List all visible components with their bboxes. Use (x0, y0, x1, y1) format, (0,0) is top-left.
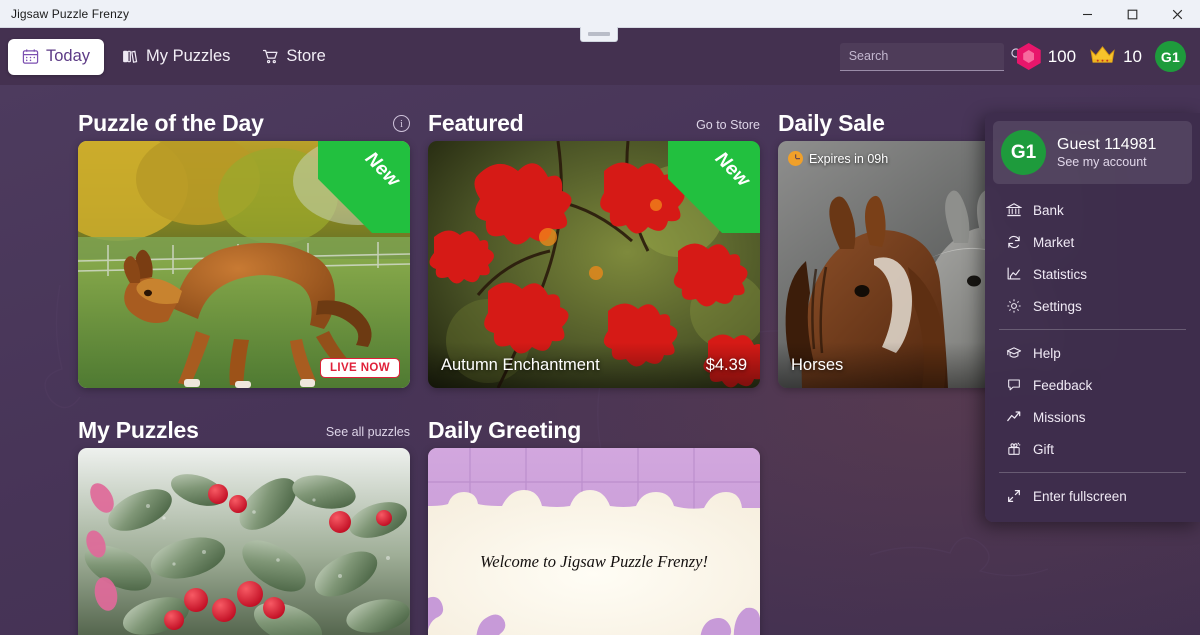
dropdown-separator-2 (999, 472, 1186, 473)
dropdown-account-header[interactable]: G1 Guest 114981 See my account (993, 121, 1192, 184)
dropdown-item-settings-label: Settings (1033, 298, 1082, 314)
gift-icon (1005, 441, 1022, 457)
dropdown-item-feedback[interactable]: Feedback (985, 369, 1200, 401)
nav-tab-today[interactable]: Today (8, 38, 105, 75)
dropdown-item-bank-label: Bank (1033, 202, 1064, 218)
search-box[interactable] (839, 42, 1023, 71)
live-now-badge[interactable]: LIVE NOW (319, 358, 400, 378)
account-dropdown-menu: G1 Guest 114981 See my account Bank Mark… (985, 113, 1200, 522)
my-puzzles-image (78, 448, 410, 635)
expires-label: Expires in 09h (809, 151, 889, 166)
section-header-daily-greeting: Daily Greeting (428, 406, 760, 442)
app-window: Jigsaw Puzzle Frenzy Today My Puzzles St… (0, 0, 1200, 635)
dropdown-item-missions[interactable]: Missions (985, 401, 1200, 433)
books-icon (122, 48, 139, 65)
nav-tab-store-label: Store (286, 47, 326, 65)
nav-tab-my-puzzles-label: My Puzzles (146, 47, 231, 65)
column-daily-greeting: Daily Greeting Welcome to Jigsaw Puzzle … (428, 406, 760, 635)
window-title: Jigsaw Puzzle Frenzy (11, 6, 130, 21)
section-title-daily-greeting: Daily Greeting (428, 417, 582, 443)
crown-count: 10 (1123, 46, 1142, 66)
expires-badge: Expires in 09h (788, 151, 888, 166)
close-button[interactable] (1155, 0, 1200, 28)
featured-price: $4.39 (705, 355, 747, 374)
minimize-button[interactable] (1065, 0, 1110, 28)
cart-icon (262, 48, 279, 65)
dropdown-item-feedback-label: Feedback (1033, 377, 1093, 393)
dropdown-item-missions-label: Missions (1033, 409, 1086, 425)
dropdown-item-enter-fullscreen[interactable]: Enter fullscreen (985, 480, 1200, 512)
see-all-puzzles-link[interactable]: See all puzzles (326, 425, 410, 442)
chart-icon (1005, 266, 1022, 282)
bank-icon (1005, 202, 1022, 218)
dropdown-item-gift[interactable]: Gift (985, 433, 1200, 465)
dropdown-separator-1 (999, 329, 1186, 330)
dropdown-item-settings[interactable]: Settings (985, 290, 1200, 322)
dropdown-item-statistics-label: Statistics (1033, 266, 1088, 282)
dropdown-item-gift-label: Gift (1033, 441, 1055, 457)
nav-tab-store[interactable]: Store (248, 39, 339, 75)
dropdown-item-statistics[interactable]: Statistics (985, 258, 1200, 290)
maximize-button[interactable] (1110, 0, 1155, 28)
dropdown-account-subtitle: See my account (1057, 155, 1147, 170)
avatar[interactable]: G1 (1155, 41, 1186, 72)
gem-currency[interactable]: 100 (1016, 43, 1077, 70)
section-title-featured: Featured (428, 110, 524, 136)
new-badge-featured: New (668, 141, 760, 233)
card-daily-greeting[interactable]: Welcome to Jigsaw Puzzle Frenzy! (428, 448, 760, 635)
nav-right-group: 100 10 G1 (839, 41, 1186, 72)
clock-icon (788, 151, 803, 166)
window-drag-handle[interactable] (580, 27, 618, 42)
card-featured[interactable]: New Autumn Enchantment $4.39 (428, 141, 760, 388)
refresh-icon (1005, 234, 1022, 250)
featured-title: Autumn Enchantment (441, 355, 600, 374)
search-input[interactable] (848, 49, 1010, 63)
section-title-potd: Puzzle of the Day (78, 110, 264, 136)
dropdown-item-enter-fullscreen-label: Enter fullscreen (1033, 488, 1127, 504)
dropdown-item-market-label: Market (1033, 234, 1075, 250)
expand-icon (1005, 488, 1022, 504)
crown-currency[interactable]: 10 (1089, 44, 1142, 69)
greeting-message: Welcome to Jigsaw Puzzle Frenzy! (480, 552, 708, 571)
section-header-my-puzzles: My Puzzles See all puzzles (78, 406, 410, 442)
dropdown-account-name: Guest 114981 (1057, 135, 1157, 153)
section-title-daily-sale: Daily Sale (778, 110, 885, 136)
column-puzzle-of-the-day: Puzzle of the Day i New LIVE NOW (78, 99, 410, 388)
graduation-cap-icon (1005, 345, 1022, 361)
section-header-potd: Puzzle of the Day i (78, 99, 410, 135)
window-controls (1065, 0, 1200, 28)
calendar-icon (22, 48, 39, 65)
card-puzzle-of-the-day[interactable]: New LIVE NOW (78, 141, 410, 388)
nav-tab-today-label: Today (46, 47, 91, 65)
dropdown-item-market[interactable]: Market (985, 226, 1200, 258)
column-my-puzzles: My Puzzles See all puzzles (78, 406, 410, 635)
go-to-store-link[interactable]: Go to Store (696, 118, 760, 135)
nav-tab-my-puzzles[interactable]: My Puzzles (108, 39, 244, 75)
column-featured: Featured Go to Store New Autumn Enchantm… (428, 99, 760, 388)
greeting-puzzle-background (428, 448, 760, 635)
section-title-my-puzzles: My Puzzles (78, 417, 199, 443)
main-content: Puzzle of the Day i New LIVE NOW Feature… (0, 85, 1200, 635)
trending-up-icon (1005, 409, 1022, 425)
speech-bubble-icon (1005, 377, 1022, 393)
featured-caption: Autumn Enchantment $4.39 (428, 342, 760, 388)
gear-icon (1005, 298, 1022, 314)
gem-count: 100 (1047, 46, 1077, 66)
dropdown-item-bank[interactable]: Bank (985, 194, 1200, 226)
dropdown-avatar: G1 (1001, 130, 1046, 175)
crown-icon (1089, 44, 1116, 69)
card-my-puzzles[interactable] (78, 448, 410, 635)
new-badge-potd: New (318, 141, 410, 233)
dropdown-item-help[interactable]: Help (985, 337, 1200, 369)
daily-sale-title: Horses (791, 355, 844, 374)
info-icon[interactable]: i (393, 115, 410, 132)
dropdown-item-help-label: Help (1033, 345, 1061, 361)
section-header-featured: Featured Go to Store (428, 99, 760, 135)
title-bar: Jigsaw Puzzle Frenzy (0, 0, 1200, 28)
nav-items: Today My Puzzles Store (8, 38, 340, 75)
